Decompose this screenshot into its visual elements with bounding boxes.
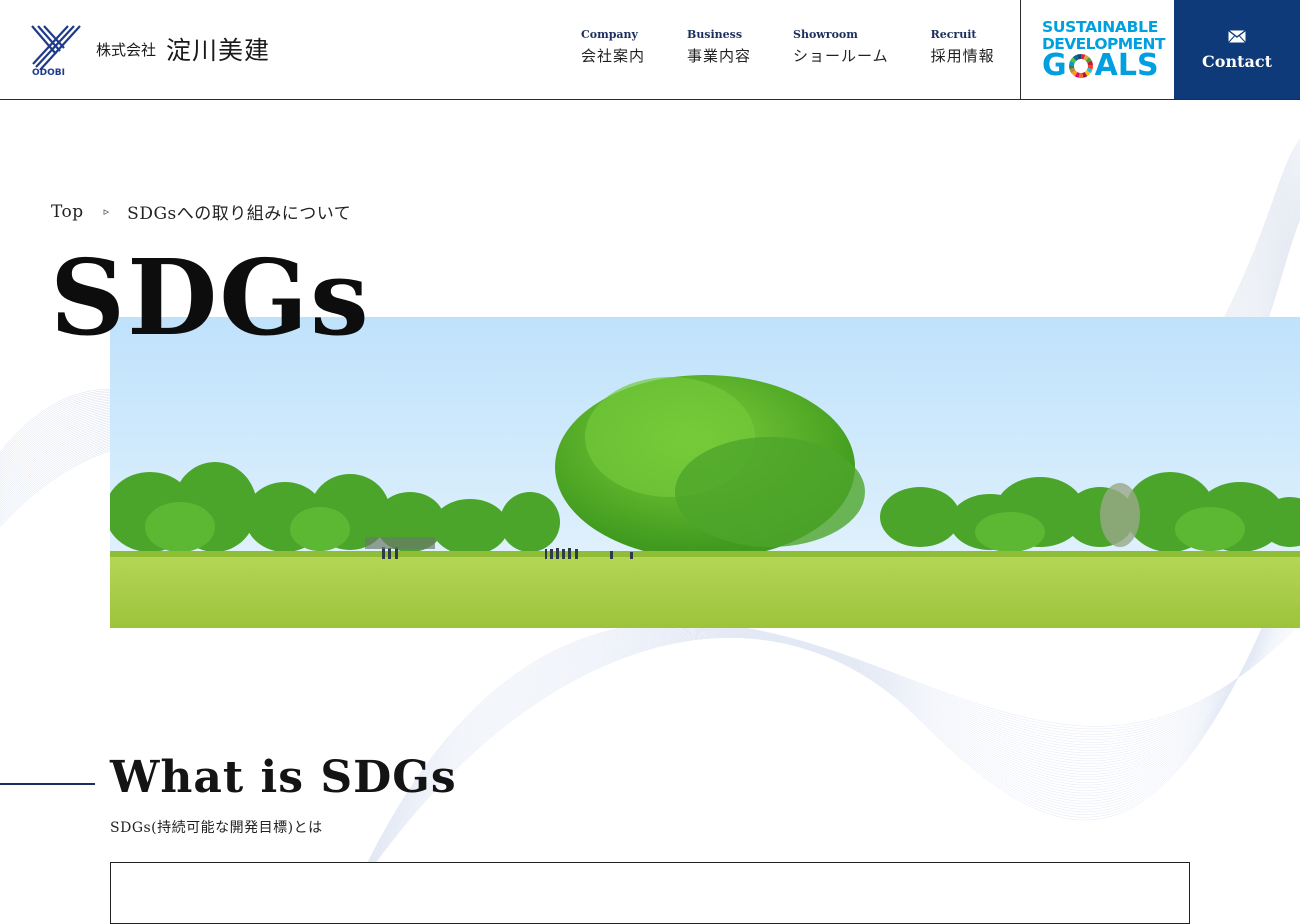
nav-item-en-label: Showroom: [793, 28, 858, 41]
wave-line: [349, 613, 1300, 900]
nav-item-ja-label: 採用情報: [930, 47, 995, 65]
nav-item-en-label: Company: [581, 28, 638, 41]
sdgs-goals-g: G: [1042, 48, 1067, 83]
hero-park-image: [110, 317, 1300, 628]
main-nav: Company 会社案内 Business 事業内容 Showroom ショール…: [581, 28, 1037, 66]
nav-item-ja-label: ショールーム: [793, 47, 889, 65]
logo-tag-text: ODOBI: [32, 68, 65, 78]
sdgs-badge-line1: SUSTAINABLE: [1042, 18, 1158, 36]
sdgs-wheel-icon: [1068, 54, 1093, 78]
contact-button[interactable]: Contact: [1174, 0, 1300, 99]
site-header: ODOBI 株式会社 淀川美建 Company 会社案内 Business 事業…: [0, 0, 1300, 100]
yodobi-logo-icon: ODOBI: [30, 24, 88, 78]
wave-line: [349, 618, 1300, 900]
page-title: SDGs: [50, 236, 371, 359]
logo-company-type: 株式会社: [96, 40, 157, 59]
logo-company-name: 淀川美建: [166, 36, 271, 65]
contact-button-label: Contact: [1202, 52, 1272, 71]
sdgs-goals-rest: ALS: [1094, 48, 1159, 83]
breadcrumb: Top ▹ SDGsへの取り組みについて: [51, 199, 352, 225]
nav-item-en-label: Business: [687, 28, 743, 41]
wave-line: [349, 615, 1300, 900]
nav-item-recruit[interactable]: Recruit 採用情報: [931, 28, 995, 66]
breadcrumb-current: SDGsへの取り組みについて: [127, 204, 352, 224]
mail-icon: [1228, 30, 1246, 43]
nav-item-ja-label: 会社案内: [581, 47, 646, 65]
nav-item-showroom[interactable]: Showroom ショールーム: [793, 28, 889, 66]
nav-item-company[interactable]: Company 会社案内: [581, 28, 645, 66]
breadcrumb-top-link[interactable]: Top: [51, 202, 84, 222]
sdgs-goals-wordmark: G ALS: [1042, 50, 1159, 82]
site-logo[interactable]: ODOBI 株式会社 淀川美建: [30, 24, 271, 78]
sdgs-badge-link[interactable]: SUSTAINABLE DEVELOPMENT G ALS: [1020, 0, 1175, 99]
wave-line: [349, 621, 1300, 900]
section-accent-line: [0, 783, 95, 785]
section-title: What is SDGs: [110, 752, 457, 803]
section-content-box: [110, 862, 1190, 924]
section-subtitle: SDGs(持続可能な開発目標)とは: [110, 820, 323, 836]
breadcrumb-separator-icon: ▹: [103, 205, 110, 218]
wave-line: [349, 620, 1300, 900]
nav-item-en-label: Recruit: [930, 28, 977, 41]
nav-item-ja-label: 事業内容: [687, 47, 752, 65]
nav-item-business[interactable]: Business 事業内容: [687, 28, 751, 66]
